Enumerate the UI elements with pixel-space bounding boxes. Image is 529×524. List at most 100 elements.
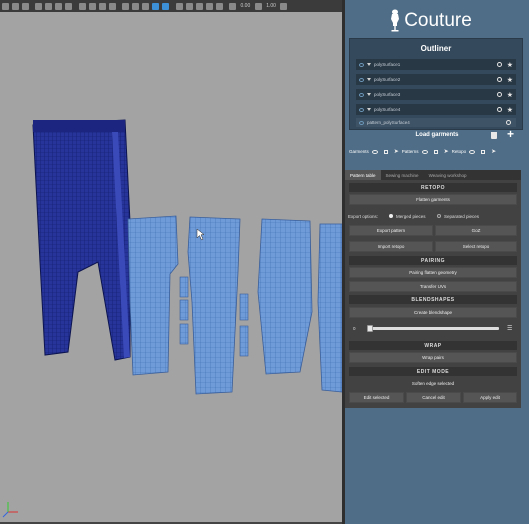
film-gate-icon[interactable] xyxy=(88,2,96,10)
edit-selected-button[interactable]: Edit selected xyxy=(349,392,404,403)
rotate-tool-icon[interactable] xyxy=(45,2,52,10)
blendshape-slider-track[interactable] xyxy=(369,327,499,330)
expand-triangle-icon[interactable] xyxy=(367,78,371,81)
lasso-tool-icon[interactable] xyxy=(11,2,19,10)
garments-lock-icon[interactable] xyxy=(383,149,388,154)
visibility-icon[interactable] xyxy=(359,62,364,67)
pairing-flatten-geometry-button[interactable]: Pairing flatten geometry xyxy=(349,267,517,278)
import-retopo-button[interactable]: Import retopo xyxy=(349,241,433,252)
select-tool-icon[interactable] xyxy=(1,2,9,10)
apply-edit-button[interactable]: Apply edit xyxy=(463,392,517,403)
create-blendshape-button[interactable]: Create blendshape xyxy=(349,307,517,318)
search-icon[interactable] xyxy=(496,107,502,112)
shadows-icon[interactable] xyxy=(162,2,169,10)
patterns-lock-icon[interactable] xyxy=(433,149,438,154)
blendshapes-header: BLENDSHAPES xyxy=(349,295,517,304)
3d-viewport[interactable] xyxy=(0,12,342,522)
lighting-icon[interactable] xyxy=(152,2,159,10)
paint-tool-icon[interactable] xyxy=(21,2,29,10)
exposure-icon[interactable] xyxy=(229,2,236,10)
outliner: Outliner polySurface1 ★ polySurface2 ★ p… xyxy=(349,38,523,130)
outliner-item[interactable]: polySurface3 ★ xyxy=(356,89,516,100)
panel-empty-area xyxy=(345,408,529,524)
wrap-pairs-button[interactable]: Wrap pairs xyxy=(349,352,517,363)
star-icon[interactable]: ★ xyxy=(507,61,513,69)
exposure-value[interactable]: 0.00 xyxy=(241,3,251,9)
xray-icon[interactable] xyxy=(175,2,183,10)
cancel-edit-button[interactable]: Cancel edit xyxy=(406,392,461,403)
3d-pants-mesh xyxy=(32,119,131,361)
outliner-item-label: pattern_polySurface4 xyxy=(367,120,410,125)
search-icon[interactable] xyxy=(496,62,502,67)
export-pattern-button[interactable]: Export pattern xyxy=(349,225,433,236)
garments-eye-icon[interactable] xyxy=(371,149,378,154)
grid-icon[interactable] xyxy=(78,2,86,10)
color-management-icon[interactable] xyxy=(280,2,288,10)
outliner-item[interactable]: polySurface1 ★ xyxy=(356,59,516,70)
star-icon[interactable]: ★ xyxy=(507,106,513,114)
expand-triangle-icon[interactable] xyxy=(367,93,371,96)
select-retopo-button[interactable]: Select retopo xyxy=(435,241,517,252)
camera-icon[interactable] xyxy=(65,2,72,10)
garments-label: Garments xyxy=(349,149,369,154)
goz-button[interactable]: GoZ xyxy=(435,225,517,236)
tab-pattern-table[interactable]: Pattern table xyxy=(345,170,381,180)
visibility-icon[interactable] xyxy=(359,107,364,112)
slider-settings-icon[interactable]: ☰ xyxy=(507,325,512,332)
resolution-gate-icon[interactable] xyxy=(98,2,106,10)
patterns-label: Patterns xyxy=(401,149,419,154)
scale-tool-icon[interactable] xyxy=(55,2,62,10)
separated-pieces-radio[interactable] xyxy=(437,214,441,218)
blendshape-slider-handle[interactable] xyxy=(367,325,373,332)
textured-icon[interactable] xyxy=(142,2,149,10)
add-icon[interactable]: + xyxy=(507,128,514,140)
edit-mode-header: EDIT MODE xyxy=(349,367,517,376)
expand-triangle-icon[interactable] xyxy=(367,63,371,66)
search-icon[interactable] xyxy=(506,120,511,125)
outliner-item[interactable]: polySurface2 ★ xyxy=(356,74,516,85)
export-options-label: Export options: xyxy=(348,214,379,219)
wrap-header: WRAP xyxy=(349,341,517,350)
outliner-item-selected[interactable]: pattern_polySurface4 xyxy=(356,118,516,127)
tools-panel: Pattern table Sewing machine Weaving wor… xyxy=(345,170,521,408)
visibility-toggle-row: Garments ➤ Patterns ➤ Retopo ➤ xyxy=(349,146,525,157)
wireframe-icon[interactable] xyxy=(122,2,129,10)
depth-of-field-icon[interactable] xyxy=(215,2,223,10)
move-tool-icon[interactable] xyxy=(35,2,42,10)
star-icon[interactable]: ★ xyxy=(507,76,513,84)
patterns-select-icon[interactable]: ➤ xyxy=(444,148,449,155)
outliner-item[interactable]: polySurface4 ★ xyxy=(356,104,516,115)
smooth-shade-icon[interactable] xyxy=(132,2,139,10)
retopo-lock-icon[interactable] xyxy=(481,149,486,154)
outliner-item-label: polySurface1 xyxy=(374,62,401,67)
antialias-icon[interactable] xyxy=(205,2,213,10)
gamma-icon[interactable] xyxy=(254,2,262,10)
outliner-item-label: polySurface3 xyxy=(374,92,401,97)
merged-pieces-radio[interactable] xyxy=(389,214,393,218)
tab-sewing-machine[interactable]: Sewing machine xyxy=(381,170,424,180)
search-icon[interactable] xyxy=(496,92,502,97)
patterns-eye-icon[interactable] xyxy=(421,149,428,154)
gamma-value[interactable]: 1.00 xyxy=(266,3,276,9)
garments-select-icon[interactable]: ➤ xyxy=(394,148,399,155)
isolate-icon[interactable] xyxy=(185,2,193,10)
star-icon[interactable]: ★ xyxy=(507,91,513,99)
visibility-icon[interactable] xyxy=(359,92,364,97)
search-icon[interactable] xyxy=(496,77,502,82)
brand-name: Couture xyxy=(404,10,472,31)
pattern-piece-1 xyxy=(127,215,179,376)
soften-edge-label: Soften edge selected xyxy=(349,378,517,389)
axis-gizmo-icon xyxy=(2,502,18,518)
transfer-uvs-button[interactable]: Transfer UVs xyxy=(349,281,517,292)
safe-action-icon[interactable] xyxy=(108,2,116,10)
retopo-select-icon[interactable]: ➤ xyxy=(491,148,496,155)
ambient-occlusion-icon[interactable] xyxy=(195,2,203,10)
tab-weaving-workshop[interactable]: Weaving workshop xyxy=(424,170,472,180)
load-garments-title: Load garments xyxy=(415,132,459,138)
visibility-icon[interactable] xyxy=(359,77,364,82)
expand-triangle-icon[interactable] xyxy=(367,108,371,111)
visibility-icon[interactable] xyxy=(359,120,364,125)
retopo-eye-icon[interactable] xyxy=(469,149,476,154)
flatten-garments-button[interactable]: Flatten garments xyxy=(349,194,517,205)
trash-icon[interactable] xyxy=(491,132,497,139)
